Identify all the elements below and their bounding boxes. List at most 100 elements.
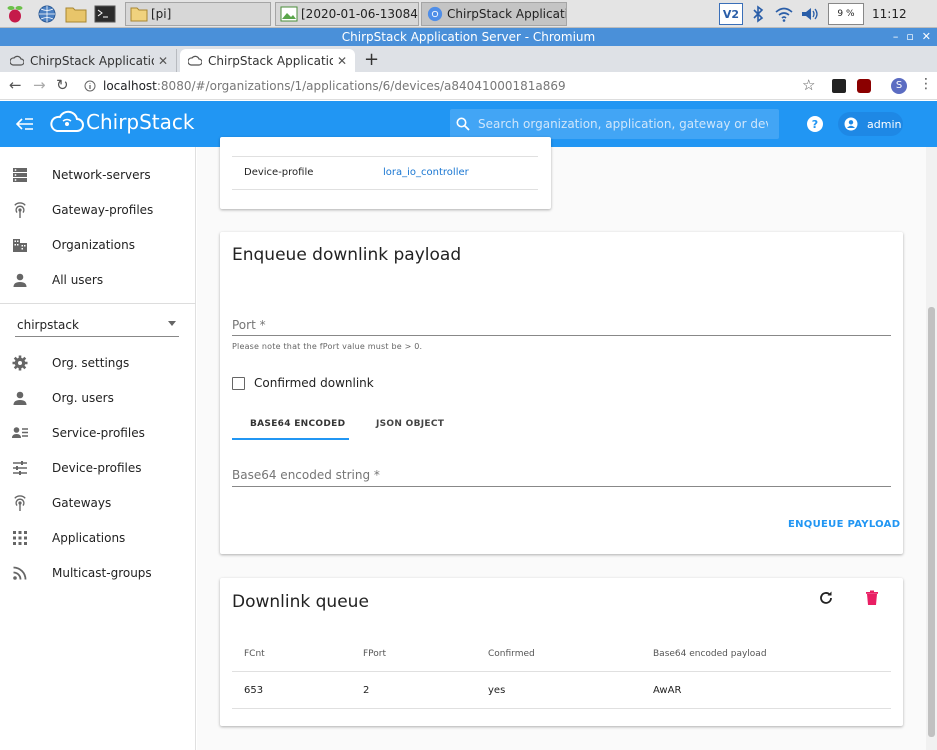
folder-icon [130, 7, 148, 22]
domain-icon [13, 239, 27, 252]
delete-icon[interactable] [865, 590, 879, 606]
forward-icon[interactable]: → [33, 76, 46, 94]
url-field[interactable]: localhost:8080/#/organizations/1/applica… [103, 79, 566, 93]
terminal-icon[interactable] [93, 3, 117, 25]
scrollbar-thumb[interactable] [928, 307, 935, 737]
help-icon[interactable]: ? [806, 115, 824, 133]
cell-confirmed: yes [488, 685, 506, 696]
device-profile-label: Device-profile [244, 167, 314, 178]
page-scrollbar[interactable] [926, 147, 937, 750]
column-header-payload: Base64 encoded payload [653, 649, 767, 659]
window-titlebar: ChirpStack Application Server - Chromium… [0, 28, 937, 46]
profile-avatar[interactable]: S [891, 78, 907, 94]
chevron-down-icon [168, 321, 176, 326]
sidebar-item-device-profiles[interactable]: Device-profiles [0, 453, 196, 483]
sidebar-item-organizations[interactable]: Organizations [0, 230, 196, 260]
browser-tab-1[interactable]: ChirpStack Application S ✕ [2, 49, 177, 72]
sidebar-item-gateway-profiles[interactable]: Gateway-profiles [0, 195, 196, 225]
reload-icon[interactable]: ↻ [56, 76, 69, 94]
global-search[interactable] [450, 109, 779, 139]
enqueue-payload-button[interactable]: ENQUEUE PAYLOAD [788, 519, 900, 530]
main-content: Device-profile lora_io_controller Enqueu… [197, 137, 926, 750]
close-icon[interactable]: ✕ [922, 28, 931, 46]
task-chromium[interactable]: ChirpStack Applicatio... [421, 2, 567, 26]
chromium-icon [427, 6, 443, 22]
rss-icon [13, 566, 27, 580]
apps-icon [13, 531, 27, 545]
cpu-monitor: 9 % [828, 3, 864, 25]
column-header-fport: FPort [363, 649, 387, 659]
chirpstack-favicon [188, 55, 202, 66]
task-image-viewer[interactable]: [2020-01-06-130845_... [275, 2, 419, 26]
user-name: admin [867, 117, 902, 131]
cell-payload: AwAR [653, 685, 682, 696]
cell-fcnt: 653 [244, 685, 264, 696]
browser-tab-2[interactable]: ChirpStack Application S ✕ [180, 49, 355, 72]
volume-icon[interactable] [800, 5, 820, 23]
search-input[interactable] [478, 117, 768, 131]
file-manager-icon[interactable] [64, 3, 88, 25]
tab-base64-encoded[interactable]: BASE64 ENCODED [232, 406, 349, 440]
sidebar-item-org-settings[interactable]: Org. settings [0, 348, 196, 378]
sidebar-item-gateways[interactable]: Gateways [0, 488, 196, 518]
payload-underline [232, 486, 891, 487]
confirmed-downlink-checkbox[interactable]: Confirmed downlink [232, 376, 374, 390]
enqueue-downlink-card: Enqueue downlink payload Port * Please n… [220, 232, 903, 554]
browser-tabbar: ChirpStack Application S ✕ ChirpStack Ap… [0, 46, 937, 72]
wifi-icon[interactable] [774, 5, 794, 23]
sidebar-item-applications[interactable]: Applications [0, 523, 196, 553]
back-icon[interactable]: ← [9, 76, 22, 94]
account-circle-icon [844, 117, 858, 131]
ublock-icon[interactable] [857, 79, 871, 93]
checkbox-box[interactable] [232, 376, 245, 390]
new-tab-button[interactable]: + [364, 49, 379, 70]
sidebar-item-service-profiles[interactable]: Service-profiles [0, 418, 196, 448]
minimize-icon[interactable]: – [893, 28, 899, 46]
row-divider [232, 708, 891, 709]
sidebar-item-all-users[interactable]: All users [0, 265, 196, 295]
raspberry-menu-icon[interactable] [3, 3, 27, 25]
broadcast-icon [14, 495, 26, 511]
brand-logo[interactable]: ChirpStack [50, 109, 195, 135]
card-title: Enqueue downlink payload [232, 245, 462, 265]
taskbar: [pi] [2020-01-06-130845_... ChirpStack A… [0, 0, 937, 28]
brand-name: ChirpStack [86, 110, 195, 134]
sidebar: Network-servers Gateway-profiles Organiz… [0, 147, 196, 750]
card-title: Downlink queue [232, 592, 369, 612]
server-icon [13, 168, 27, 182]
task-file-manager[interactable]: [pi] [125, 2, 271, 26]
account-details-icon [12, 427, 28, 438]
chirpstack-favicon [10, 55, 24, 66]
port-underline [232, 335, 891, 336]
browser-menu-icon[interactable]: ⋮ [919, 76, 933, 92]
port-label: Port * [232, 318, 266, 332]
close-tab-icon[interactable]: ✕ [158, 54, 168, 68]
sidebar-item-multicast-groups[interactable]: Multicast-groups [0, 558, 196, 588]
vnc-icon[interactable]: V2 [719, 3, 743, 25]
refresh-icon[interactable] [818, 590, 834, 606]
user-menu-button[interactable]: admin [838, 112, 903, 136]
extension-icon[interactable] [832, 79, 846, 93]
cell-fport: 2 [363, 685, 370, 696]
menu-collapse-icon[interactable] [16, 116, 34, 132]
sidebar-divider [0, 303, 196, 304]
user-icon [13, 391, 27, 405]
gear-icon [12, 355, 28, 371]
device-profile-link[interactable]: lora_io_controller [383, 157, 469, 188]
sidebar-item-network-servers[interactable]: Network-servers [0, 160, 196, 190]
column-header-fcnt: FCnt [244, 649, 265, 659]
sidebar-item-org-users[interactable]: Org. users [0, 383, 196, 413]
maximize-icon[interactable]: ▫ [906, 28, 913, 46]
clock: 11:12 [872, 7, 907, 21]
row-divider [232, 189, 538, 190]
active-tab-indicator [232, 438, 349, 440]
tab-json-object[interactable]: JSON OBJECT [349, 406, 466, 440]
downlink-queue-card: Downlink queue FCnt FPort Confirmed Base… [220, 578, 903, 726]
chirpstack-logo-icon [50, 110, 84, 132]
web-browser-icon[interactable] [35, 3, 59, 25]
organization-select[interactable]: chirpstack [15, 315, 179, 337]
bluetooth-icon[interactable] [752, 5, 764, 23]
close-tab-icon[interactable]: ✕ [337, 54, 347, 68]
bookmark-star-icon[interactable]: ☆ [802, 76, 815, 94]
info-icon[interactable] [84, 80, 96, 92]
